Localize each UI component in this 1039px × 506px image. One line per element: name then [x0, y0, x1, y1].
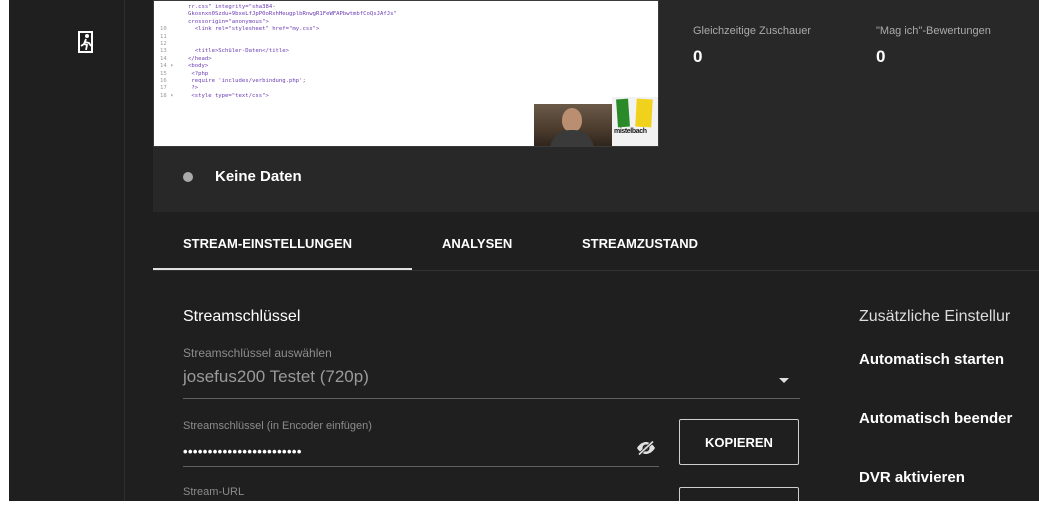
tab-stream-settings[interactable]: STREAM-EINSTELLUNGEN	[183, 236, 352, 251]
webcam-overlay	[534, 104, 612, 146]
stream-key-select-underline	[183, 398, 800, 399]
code-line-text: <style type="text/css">	[188, 92, 269, 99]
code-line: 12	[160, 41, 658, 48]
code-line-number: 11	[160, 33, 167, 40]
logo-text: mistelbach	[614, 128, 647, 135]
code-line: 13 <title>Schüler-Daten</title>	[160, 48, 658, 55]
code-line: 11	[160, 33, 658, 41]
code-line: 14 ▾ <body>	[160, 63, 658, 70]
logo-yellow-bar	[635, 98, 653, 128]
stream-key-field-label: Streamschlüssel (in Encoder einfügen)	[183, 420, 372, 432]
webcam-person-head	[562, 108, 582, 132]
code-line: 10 <link rel="stylesheet" href="my.css">	[160, 26, 658, 33]
code-line: crossorigin="anonymous">	[160, 18, 658, 26]
exit-icon[interactable]	[77, 30, 97, 54]
status-indicator-dot	[183, 172, 193, 182]
code-line: 14 </head>	[160, 55, 658, 63]
code-line-number: 16	[160, 78, 167, 85]
code-line: 16 require 'includes/verbindung.php';	[160, 78, 658, 85]
code-line: Gkosnxn0Szdu+9bxeLfJpP0oRxhHeugplbRnwgR1…	[160, 11, 658, 18]
left-navigation-rail	[9, 0, 124, 501]
code-line: 15 <?php	[160, 70, 658, 78]
code-line-text: require 'includes/verbindung.php';	[188, 78, 306, 85]
stream-url-label: Stream-URL	[183, 486, 245, 498]
code-line-number: 15	[160, 70, 167, 77]
likes-label: "Mag ich"-Bewertungen	[876, 25, 991, 37]
code-line-number: 17	[160, 85, 167, 92]
tab-stream-health[interactable]: STREAMZUSTAND	[582, 236, 698, 251]
webcam-person-body	[550, 130, 594, 146]
logo-green-bar	[616, 98, 630, 128]
dropdown-arrow-icon[interactable]	[779, 378, 789, 383]
likes-value: 0	[876, 47, 886, 66]
code-line-number: 14	[160, 55, 167, 62]
code-line-number: 10	[160, 26, 167, 33]
dvr-setting[interactable]: DVR aktivieren	[859, 469, 965, 486]
code-line-number: 13	[160, 48, 167, 55]
concurrent-viewers-value: 0	[693, 47, 703, 66]
code-line: rr.css" integrity="sha384-	[160, 4, 658, 11]
stream-status-text: Keine Daten	[215, 168, 302, 185]
auto-stop-setting[interactable]: Automatisch beender	[859, 410, 1012, 427]
code-line-text: <link rel="stylesheet" href="my.css">	[188, 26, 320, 33]
stream-key-field-underline	[183, 466, 659, 467]
window-bottom-edge	[0, 501, 1039, 506]
code-line-text: </head>	[188, 55, 212, 62]
stream-key-section-title: Streamschlüssel	[183, 308, 301, 325]
code-line-text: crossorigin="anonymous">	[188, 18, 269, 25]
visibility-off-icon[interactable]	[636, 440, 656, 456]
tabs-divider	[153, 270, 1039, 271]
school-logo: mistelbach	[612, 97, 658, 146]
stream-key-select-label: Streamschlüssel auswählen	[183, 346, 332, 360]
auto-start-setting[interactable]: Automatisch starten	[859, 351, 1004, 368]
window-left-edge	[0, 0, 9, 506]
copy-stream-key-button[interactable]: KOPIEREN	[679, 419, 799, 465]
code-line-text: ?>	[188, 85, 199, 92]
code-line-number: 18 ▾	[160, 92, 174, 99]
code-line-text: rr.css" integrity="sha384-	[188, 4, 276, 10]
code-line-text: <body>	[188, 63, 209, 70]
code-line: 18 ▾ <style type="text/css">	[160, 92, 658, 100]
tab-analytics[interactable]: ANALYSEN	[442, 236, 512, 251]
stream-preview-thumbnail[interactable]: rr.css" integrity="sha384- Gkosnxn0Szdu+9…	[153, 0, 659, 147]
stream-key-select-value[interactable]: josefus200 Testet (720p)	[183, 367, 369, 387]
code-line: 17 ?>	[160, 85, 658, 92]
stream-key-field[interactable]: ••••••••••••••••••••••••	[183, 444, 302, 459]
concurrent-viewers-label: Gleichzeitige Zuschauer	[693, 25, 812, 37]
code-line-text: <title>Schüler-Daten</title>	[188, 48, 290, 55]
code-line-number: 14 ▾	[160, 63, 174, 70]
code-line-text: <?php	[188, 70, 209, 77]
code-line-text: Gkosnxn0Szdu+9bxeLfJpP0oRxhHeugplbRnwgR1…	[188, 11, 397, 18]
additional-settings-title: Zusätzliche Einstellur	[859, 308, 1011, 325]
code-line-number: 12	[160, 41, 167, 48]
